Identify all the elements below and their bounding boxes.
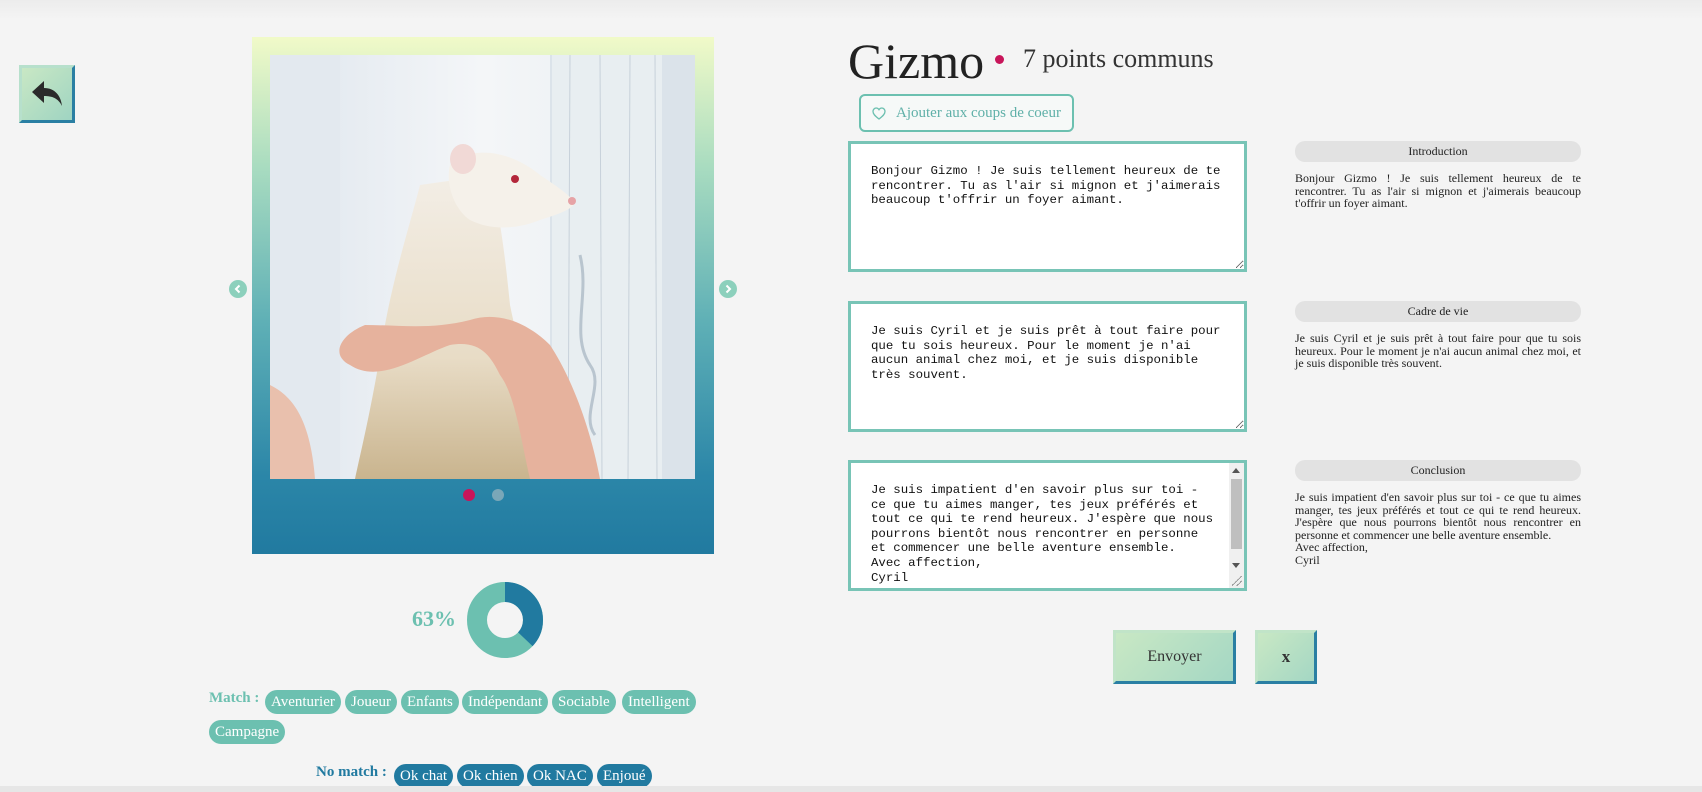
prev-photo-button[interactable] <box>229 280 247 298</box>
introduction-input[interactable]: Bonjour Gizmo ! Je suis tellement heureu… <box>848 141 1247 272</box>
conclusion-input[interactable]: Je suis impatient d'en savoir plus sur t… <box>848 460 1247 591</box>
pet-name: Gizmo <box>848 33 985 89</box>
add-favorite-label: Ajouter aux coups de coeur <box>896 104 1061 121</box>
conclusion-preview: Je suis impatient d'en savoir plus sur t… <box>1295 490 1581 567</box>
nomatch-tag: Enjoué <box>597 764 652 788</box>
match-tag: Campagne <box>209 720 286 744</box>
match-percentage: 63% <box>412 606 456 631</box>
match-donut-chart <box>467 582 543 658</box>
match-tag: Enfants <box>401 690 459 714</box>
close-button[interactable]: x <box>1255 630 1317 684</box>
nomatch-label: No match : <box>316 764 387 780</box>
common-points: 7 points communs <box>1023 44 1214 73</box>
conclusion-scrollbar[interactable] <box>1229 463 1244 588</box>
introduction-title: Introduction <box>1295 141 1581 162</box>
send-button[interactable]: Envoyer <box>1113 630 1236 684</box>
pet-photo <box>270 55 695 479</box>
nomatch-tag: Ok NAC <box>527 764 593 788</box>
conclusion-title: Conclusion <box>1295 460 1581 481</box>
separator-dot <box>995 55 1004 64</box>
scroll-up-arrow-icon[interactable] <box>1232 468 1240 473</box>
chevron-right-icon <box>725 284 732 294</box>
match-tag: Intelligent <box>622 690 696 714</box>
cadre-de-vie-input[interactable]: Je suis Cyril et je suis prêt à tout fai… <box>848 301 1247 432</box>
nomatch-tag: Ok chien <box>457 764 524 788</box>
top-bar <box>0 0 1702 20</box>
heart-icon <box>872 106 886 120</box>
match-tag: Sociable <box>552 690 616 714</box>
back-button[interactable] <box>19 65 75 123</box>
photo-carousel <box>252 37 714 554</box>
next-photo-button[interactable] <box>719 280 737 298</box>
introduction-preview: Bonjour Gizmo ! Je suis tellement heureu… <box>1295 171 1581 210</box>
resize-grip-icon[interactable] <box>1232 576 1242 586</box>
carousel-dot-2[interactable] <box>491 489 504 501</box>
add-favorite-button[interactable]: Ajouter aux coups de coeur <box>859 94 1074 132</box>
match-tag: Aventurier <box>265 690 341 714</box>
conclusion-input-text[interactable]: Je suis impatient d'en savoir plus sur t… <box>851 463 1244 588</box>
chevron-left-icon <box>234 284 241 294</box>
cadre-de-vie-preview: Je suis Cyril et je suis prêt à tout fai… <box>1295 331 1581 370</box>
back-arrow-icon <box>32 81 62 106</box>
match-label: Match : <box>209 690 260 706</box>
nomatch-tag: Ok chat <box>394 764 454 788</box>
carousel-indicators <box>252 489 714 501</box>
cadre-de-vie-title: Cadre de vie <box>1295 301 1581 322</box>
scroll-thumb[interactable] <box>1231 479 1242 549</box>
bottom-bar <box>0 786 1702 792</box>
match-tag: Indépendant <box>462 690 549 714</box>
scroll-down-arrow-icon[interactable] <box>1232 563 1240 568</box>
match-tag: Joueur <box>345 690 397 714</box>
carousel-dot-1[interactable] <box>462 489 475 501</box>
